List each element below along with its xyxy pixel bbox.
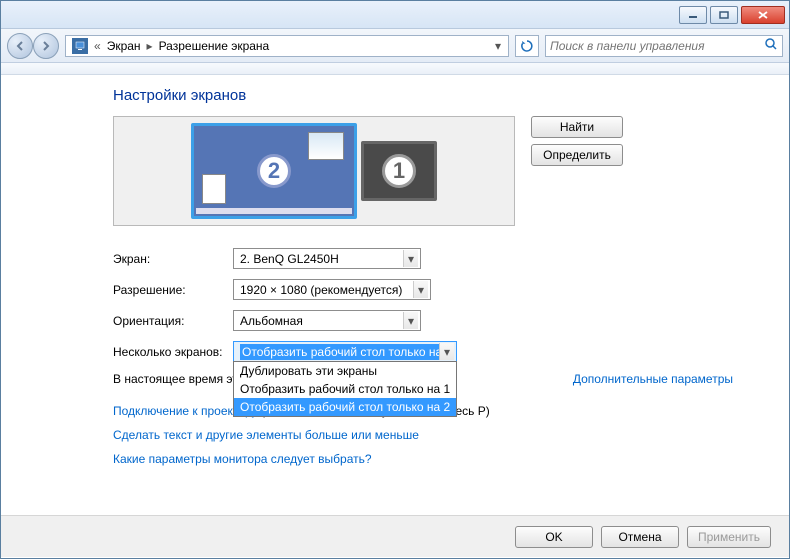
dropdown-option[interactable]: Отобразить рабочий стол только на 2 — [234, 398, 456, 416]
address-bar[interactable]: « Экран ▸ Разрешение экрана ▾ — [65, 35, 509, 57]
identify-button[interactable]: Определить — [531, 144, 623, 166]
orientation-label: Ориентация: — [113, 314, 233, 328]
toolbar-strip — [1, 63, 789, 75]
preview-window-icon — [308, 132, 344, 160]
address-dropdown[interactable]: ▾ — [490, 39, 506, 53]
minimize-button[interactable] — [679, 6, 707, 24]
monitor-1-number: 1 — [382, 154, 416, 188]
breadcrumb-arrow: ▸ — [145, 39, 155, 53]
orientation-combo[interactable]: Альбомная ▾ — [233, 310, 421, 331]
breadcrumb-seg2[interactable]: Разрешение экрана — [155, 39, 274, 53]
monitor-1[interactable]: 1 — [361, 141, 437, 201]
chevron-down-icon: ▾ — [403, 250, 418, 267]
multiple-value: Отобразить рабочий стол только на 2 — [240, 344, 439, 360]
breadcrumb-seg1[interactable]: Экран — [103, 39, 145, 53]
search-input[interactable] — [550, 39, 764, 53]
search-box[interactable] — [545, 35, 783, 57]
which-monitor-link[interactable]: Какие параметры монитора следует выбрать… — [113, 452, 372, 466]
page-heading: Настройки экранов — [113, 87, 761, 104]
maximize-button[interactable] — [710, 6, 738, 24]
dropdown-option[interactable]: Отобразить рабочий стол только на 1 — [234, 380, 456, 398]
forward-button[interactable] — [33, 33, 59, 59]
current-display-text: В настоящее время эт — [113, 372, 238, 386]
multiple-dropdown-list: Дублировать эти экраны Отобразить рабочи… — [233, 361, 457, 417]
search-icon[interactable] — [764, 37, 778, 54]
back-button[interactable] — [7, 33, 33, 59]
screen-label: Экран: — [113, 252, 233, 266]
control-panel-icon — [72, 38, 88, 54]
resolution-value: 1920 × 1080 (рекомендуется) — [240, 283, 413, 297]
multiple-label: Несколько экранов: — [113, 345, 233, 359]
navbar: « Экран ▸ Разрешение экрана ▾ — [1, 29, 789, 63]
resolution-combo[interactable]: 1920 × 1080 (рекомендуется) ▾ — [233, 279, 431, 300]
dropdown-option[interactable]: Дублировать эти экраны — [234, 362, 456, 380]
multiple-combo[interactable]: Отобразить рабочий стол только на 2 ▾ Ду… — [233, 341, 457, 362]
monitor-preview[interactable]: 2 1 — [113, 116, 515, 226]
footer: OK Отмена Применить — [1, 515, 789, 557]
preview-taskbar — [196, 208, 352, 214]
screen-combo[interactable]: 2. BenQ GL2450H ▾ — [233, 248, 421, 269]
refresh-button[interactable] — [515, 35, 539, 57]
breadcrumb-chevron: « — [92, 39, 103, 53]
apply-button: Применить — [687, 526, 771, 548]
resolution-label: Разрешение: — [113, 283, 233, 297]
monitor-2-number: 2 — [257, 154, 291, 188]
preview-window-icon — [202, 174, 226, 204]
chevron-down-icon: ▾ — [439, 343, 454, 360]
chevron-down-icon: ▾ — [403, 312, 418, 329]
find-button[interactable]: Найти — [531, 116, 623, 138]
text-size-link[interactable]: Сделать текст и другие элементы больше и… — [113, 428, 419, 442]
advanced-settings-link[interactable]: Дополнительные параметры — [573, 372, 733, 386]
screen-value: 2. BenQ GL2450H — [240, 252, 403, 266]
content-area: Настройки экранов 2 1 Найти Определить Э… — [1, 75, 789, 515]
titlebar — [1, 1, 789, 29]
orientation-value: Альбомная — [240, 314, 403, 328]
chevron-down-icon: ▾ — [413, 281, 428, 298]
ok-button[interactable]: OK — [515, 526, 593, 548]
close-button[interactable] — [741, 6, 785, 24]
monitor-2[interactable]: 2 — [191, 123, 357, 219]
cancel-button[interactable]: Отмена — [601, 526, 679, 548]
